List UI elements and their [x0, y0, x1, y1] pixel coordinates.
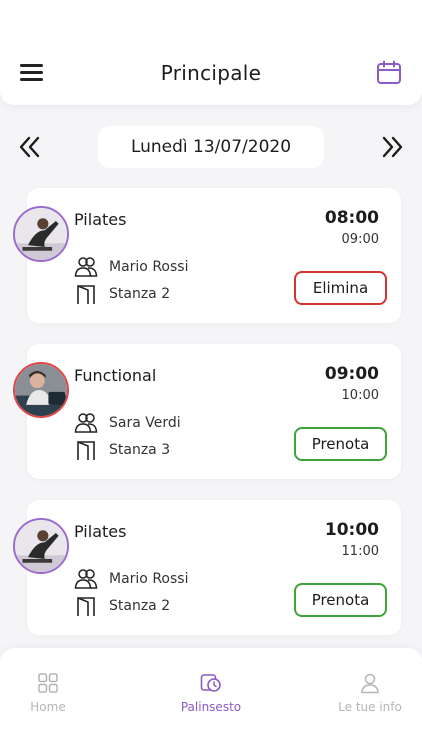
- people-icon: [74, 569, 98, 589]
- end-time: 10:00: [341, 388, 379, 403]
- trainer-row: Sara Verdi: [74, 412, 181, 434]
- people-icon: [74, 413, 98, 433]
- room-name: Stanza 3: [109, 442, 171, 458]
- grid-icon: [38, 673, 58, 693]
- class-card[interactable]: Functional 09:00 10:00 Sara Verdi Stanza…: [13, 344, 401, 479]
- book-button[interactable]: Prenota: [294, 427, 387, 461]
- start-time: 10:00: [324, 520, 379, 540]
- trainer-name: Mario Rossi: [109, 571, 189, 587]
- class-name: Pilates: [74, 210, 127, 229]
- room-name: Stanza 2: [109, 598, 171, 614]
- room-row: Stanza 2: [74, 595, 170, 617]
- start-time: 09:00: [324, 364, 379, 384]
- tab-label: Palinsesto: [180, 700, 242, 714]
- trainer-row: Mario Rossi: [74, 256, 188, 278]
- tab-label: Home: [30, 700, 66, 714]
- current-date[interactable]: Lunedì 13/07/2020: [98, 126, 324, 168]
- room-icon: [77, 285, 95, 304]
- start-time: 08:00: [324, 208, 379, 228]
- class-avatar: [13, 518, 69, 574]
- class-avatar: [13, 206, 69, 262]
- schedule-icon: [200, 674, 221, 692]
- room-icon: [77, 441, 95, 460]
- class-avatar: [13, 362, 69, 418]
- trainer-name: Mario Rossi: [109, 259, 189, 275]
- app-header: Principale: [0, 0, 422, 105]
- calendar-icon[interactable]: [376, 60, 402, 86]
- room-icon: [77, 597, 95, 616]
- page-title: Principale: [160, 61, 262, 85]
- class-name: Functional: [74, 366, 157, 385]
- room-row: Stanza 3: [74, 439, 170, 461]
- book-button[interactable]: Prenota: [294, 583, 387, 617]
- tab-le-tue-info[interactable]: Le tue info: [310, 672, 422, 714]
- date-navigation: Lunedì 13/07/2020: [0, 126, 422, 168]
- class-card[interactable]: Pilates 10:00 11:00 Mario Rossi Stanza 2…: [13, 500, 401, 635]
- people-icon: [74, 257, 98, 277]
- tab-home[interactable]: Home: [0, 672, 108, 714]
- room-name: Stanza 2: [109, 286, 171, 302]
- class-name: Pilates: [74, 522, 127, 541]
- user-icon: [361, 673, 379, 694]
- end-time: 09:00: [341, 232, 379, 247]
- delete-booking-button[interactable]: Elimina: [294, 271, 387, 305]
- double-chevron-right-icon[interactable]: [381, 135, 403, 159]
- trainer-row: Mario Rossi: [74, 568, 188, 590]
- room-row: Stanza 2: [74, 283, 170, 305]
- bottom-tab-bar: Home Palinsesto Le tue info: [0, 648, 422, 750]
- end-time: 11:00: [341, 544, 379, 559]
- trainer-name: Sara Verdi: [109, 415, 181, 431]
- class-card[interactable]: Pilates 08:00 09:00 Mario Rossi Stanza 2…: [13, 188, 401, 323]
- tab-label: Le tue info: [338, 700, 402, 714]
- double-chevron-left-icon[interactable]: [19, 135, 41, 159]
- tab-palinsesto[interactable]: Palinsesto: [151, 672, 271, 714]
